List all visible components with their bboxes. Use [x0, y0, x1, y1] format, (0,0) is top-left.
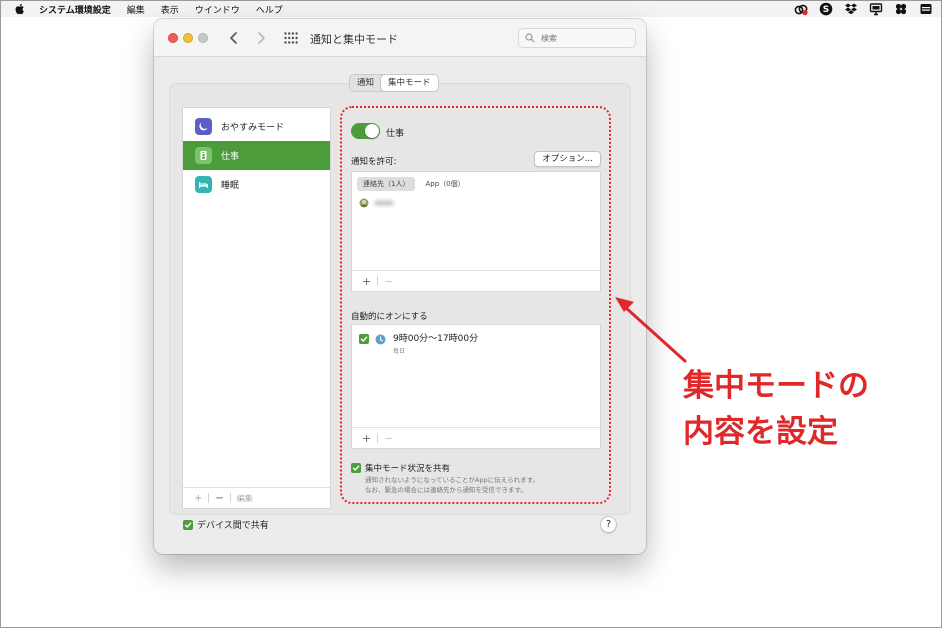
- svg-text:S: S: [823, 5, 829, 15]
- device-share-checkbox[interactable]: [183, 519, 193, 530]
- add-contact-button[interactable]: +: [358, 275, 375, 288]
- minimize-window-button[interactable]: [183, 33, 193, 43]
- add-mode-button[interactable]: +: [190, 493, 206, 504]
- bed-icon: [195, 176, 212, 193]
- search-field[interactable]: [518, 28, 636, 48]
- remove-mode-button[interactable]: −: [211, 493, 227, 504]
- share-status-checkbox[interactable]: [351, 463, 361, 473]
- share-status-row[interactable]: 集中モード状況を共有: [351, 462, 450, 474]
- mode-item-work[interactable]: 仕事: [183, 141, 330, 170]
- annotation-line: 集中モードの: [683, 368, 869, 404]
- checkmark-icon: [352, 465, 360, 471]
- footer-divider: [377, 433, 379, 443]
- mode-list-footer: + − 編集: [183, 487, 330, 508]
- share-note-line: 通知されないようになっていることがAppに伝えられます。: [365, 476, 540, 484]
- share-status-note: 通知されないようになっていることがAppに伝えられます。 なお、緊急の場合には連…: [365, 475, 610, 495]
- moon-icon: [195, 118, 212, 135]
- checkmark-icon: [184, 522, 192, 528]
- allow-box-footer: + −: [352, 270, 600, 291]
- search-icon: [525, 33, 535, 43]
- schedule-days: 毎日: [393, 348, 406, 355]
- close-window-button[interactable]: [168, 33, 178, 43]
- focus-name-label: 仕事: [386, 129, 405, 139]
- menubar-tray: S: [794, 2, 933, 16]
- annotation-arrow-icon: [615, 297, 687, 363]
- mode-item-label: 仕事: [221, 152, 240, 162]
- id-badge-icon: [195, 147, 212, 164]
- share-note-line: なお、緊急の場合には連絡先から通知を受信できます。: [365, 486, 527, 494]
- creative-cloud-icon[interactable]: [794, 2, 808, 16]
- schedule-checkbox[interactable]: [359, 334, 369, 344]
- mode-item-label: 睡眠: [221, 181, 240, 191]
- menu-edit[interactable]: 編集: [127, 3, 145, 16]
- remove-contact-button[interactable]: −: [380, 275, 397, 288]
- contact-name-blurred: [374, 200, 394, 206]
- menubar: システム環境設定 編集 表示 ウインドウ ヘルプ S: [1, 1, 941, 17]
- contact-row[interactable]: [359, 198, 394, 208]
- checkmark-icon: [360, 336, 368, 342]
- display-icon[interactable]: [869, 2, 883, 16]
- remove-automation-button[interactable]: −: [380, 432, 397, 445]
- back-chevron-icon[interactable]: [226, 30, 242, 46]
- allow-notifications-label: 通知を許可:: [351, 157, 397, 167]
- menu-extra-icon[interactable]: [919, 2, 933, 16]
- focus-toggle[interactable]: [351, 123, 380, 139]
- schedule-text: 9時00分〜17時00分 毎日: [393, 331, 478, 355]
- apple-logo-icon[interactable]: [13, 2, 27, 16]
- window-title: 通知と集中モード: [310, 33, 398, 46]
- options-button[interactable]: オプション...: [534, 151, 601, 167]
- mode-item-label: おやすみモード: [221, 123, 285, 133]
- menu-app-name[interactable]: システム環境設定: [39, 3, 111, 16]
- tab-contacts[interactable]: 連絡先（1人）: [357, 177, 416, 191]
- focus-mode-list: おやすみモード 仕事 睡眠 + − 編集: [182, 107, 331, 509]
- allowed-notifications-box: 連絡先（1人） App（0個） + −: [351, 171, 601, 292]
- toggle-knob: [365, 124, 379, 138]
- auto-enable-label: 自動的にオンにする: [351, 312, 428, 322]
- add-automation-button[interactable]: +: [358, 432, 375, 445]
- tab-notifications[interactable]: 通知: [350, 75, 381, 91]
- device-share-row[interactable]: デバイス間で共有: [183, 518, 269, 531]
- clock-icon: [375, 334, 386, 345]
- system-preferences-window: 通知と集中モード 通知 集中モード おやすみモード 仕事: [154, 19, 646, 554]
- edit-mode-button[interactable]: 編集: [233, 493, 257, 504]
- search-input[interactable]: [541, 33, 631, 43]
- tencent-icon[interactable]: [894, 2, 908, 16]
- share-status-label: 集中モード状況を共有: [365, 464, 451, 474]
- tab-apps[interactable]: App（0個）: [419, 177, 470, 191]
- skype-icon[interactable]: S: [819, 2, 833, 16]
- show-all-grid-icon[interactable]: [283, 31, 299, 45]
- allow-tabs: 連絡先（1人） App（0個）: [357, 177, 471, 191]
- zoom-window-button[interactable]: [198, 33, 208, 43]
- annotation-text: 集中モードの 内容を設定: [683, 363, 923, 455]
- mode-item-sleep[interactable]: 睡眠: [183, 170, 330, 199]
- menu-view[interactable]: 表示: [161, 3, 179, 16]
- tab-segmented-control: 通知 集中モード: [349, 74, 439, 92]
- window-titlebar: 通知と集中モード: [154, 19, 646, 57]
- focus-detail-panel: 仕事 通知を許可: オプション... 連絡先（1人） App（0個） + − 自…: [342, 107, 612, 507]
- contact-avatar-icon: [359, 198, 369, 208]
- auto-box-footer: + −: [352, 427, 600, 448]
- dropbox-icon[interactable]: [844, 2, 858, 16]
- schedule-row[interactable]: 9時00分〜17時00分 毎日: [359, 331, 478, 355]
- footer-divider: [377, 276, 379, 286]
- auto-enable-box: 9時00分〜17時00分 毎日 + −: [351, 324, 601, 449]
- tab-focus[interactable]: 集中モード: [381, 75, 438, 91]
- forward-chevron-icon[interactable]: [253, 30, 269, 46]
- help-button[interactable]: ?: [600, 516, 617, 533]
- menu-help[interactable]: ヘルプ: [256, 3, 283, 16]
- footer-divider: [229, 493, 231, 503]
- footer-divider: [208, 493, 210, 503]
- menu-window[interactable]: ウインドウ: [195, 3, 240, 16]
- device-share-label: デバイス間で共有: [197, 521, 269, 531]
- schedule-time: 9時00分〜17時00分: [393, 334, 479, 344]
- mode-item-do-not-disturb[interactable]: おやすみモード: [183, 112, 330, 141]
- annotation-line: 内容を設定: [683, 414, 838, 450]
